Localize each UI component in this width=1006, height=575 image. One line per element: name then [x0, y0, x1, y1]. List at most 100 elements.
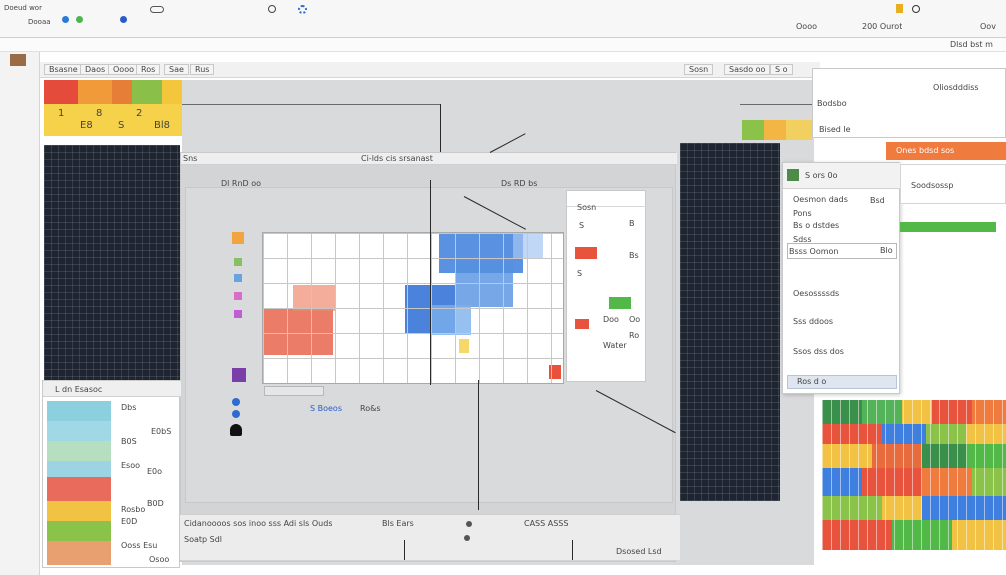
user-icon[interactable] — [230, 424, 242, 436]
context-menu-item-8[interactable]: Ros d o — [797, 377, 826, 386]
connector-v4 — [404, 540, 405, 560]
record-icon[interactable] — [62, 16, 69, 23]
dropdown-swatch-red2 — [575, 319, 589, 329]
blue-icon[interactable] — [120, 16, 127, 23]
menu-item-doc[interactable]: Doeud wor — [4, 4, 42, 12]
footer-mid: Bls Ears — [382, 519, 414, 528]
sub-bar-right-label: Dlsd bst m — [950, 40, 993, 49]
context-menu-item-6[interactable]: Sss ddoos — [793, 317, 833, 326]
right-info-panel: Soodsossp — [900, 164, 1006, 204]
left-bottom-label-3: Esoo — [121, 461, 141, 470]
legend-value: Ro&s — [360, 404, 381, 413]
connector-v3 — [478, 380, 479, 510]
context-menu-item-5[interactable]: Oesossssds — [793, 289, 839, 298]
dropdown-swatch-green — [609, 297, 631, 309]
grid-lines — [263, 233, 563, 383]
tab-1[interactable]: Daos — [80, 64, 111, 75]
window-icon[interactable] — [896, 4, 903, 13]
main-window-footer: Cidanoooos sos inoo sss Adi sls Ouds Bls… — [180, 514, 680, 560]
context-menu-item-0[interactable]: Oesmon dads — [793, 195, 848, 204]
green-icon[interactable] — [76, 16, 83, 23]
footer-mid-2: CASS ASSS — [524, 519, 569, 528]
heatmap-grid[interactable] — [262, 232, 564, 384]
tab-2[interactable]: Oooo — [108, 64, 139, 75]
context-menu-item-7[interactable]: Ssos dss dos — [793, 347, 844, 356]
dot-icon-2[interactable] — [232, 410, 240, 418]
layer-icon-5[interactable] — [234, 310, 242, 318]
settings-icon[interactable] — [298, 5, 307, 14]
dropdown-item-0[interactable]: Sosn — [577, 203, 596, 212]
right-heatmap — [822, 400, 1006, 550]
tab-3[interactable]: Ros — [136, 64, 161, 75]
sheet-cell-4: E8 — [80, 120, 93, 131]
dropdown-item-4[interactable]: Bs — [629, 251, 639, 260]
dropdown-item-3[interactable]: S — [577, 269, 582, 278]
right-panel-title: Oliosdddiss — [933, 83, 979, 92]
left-bottom-footer-a: Ooss Esu — [121, 541, 158, 550]
dropdown-item-5[interactable]: Doo — [603, 315, 619, 324]
tab-right-1[interactable]: Sasdo oo — [724, 64, 771, 75]
footer-dot-2[interactable] — [464, 535, 470, 541]
left-bottom-label-5: Rosbo — [121, 505, 146, 514]
color-sheet-top[interactable]: 1 8 2 E8 S Bl8 — [44, 80, 182, 136]
legend-label: S Boeos — [310, 404, 342, 413]
left-bottom-label-4: E0o — [147, 467, 163, 476]
right-panel-item-1[interactable]: Bised le — [819, 125, 851, 134]
right-banner: Ones bdsd sos — [886, 142, 1006, 160]
right-panel-item-0[interactable]: Bodsbo — [817, 99, 847, 108]
dropdown-list[interactable]: Sosn S B S Bs Doo Oo Ro Water — [566, 190, 647, 382]
menu-item-file[interactable]: Dooaa — [28, 18, 51, 26]
footer-dot-1[interactable] — [466, 521, 472, 527]
left-bottom-footer-b: Osoo — [149, 555, 170, 564]
right-banner-text: Ones bdsd sos — [896, 146, 955, 155]
connector-h2 — [740, 104, 812, 105]
layer-icon-6[interactable] — [232, 368, 246, 382]
context-menu-item-1[interactable]: Pons — [793, 209, 812, 218]
layer-icon-1[interactable] — [232, 232, 244, 244]
formula-bar: Dlsd bst m — [0, 38, 1006, 52]
fill-swatch[interactable] — [10, 54, 26, 66]
left-bottom-label-2: B0S — [121, 437, 137, 446]
tab-0[interactable]: Bsasne — [44, 64, 83, 75]
tab-right-2[interactable]: S o — [770, 64, 793, 75]
grid-legend — [264, 386, 324, 396]
context-menu-header: S ors 0o — [783, 163, 901, 189]
dark-grid-left — [44, 145, 180, 380]
menu-bar: Dooaa Doeud wor Oooo 200 Ourot Oov — [0, 0, 1006, 38]
toolbar: Bsasne Daos Oooo Ros Sae Rus Sosn Sasdo … — [40, 62, 820, 78]
search-icon[interactable] — [268, 5, 276, 13]
connector-v5 — [572, 540, 573, 560]
link-icon[interactable] — [150, 6, 164, 13]
top-right-label-c: Oov — [980, 22, 996, 31]
layer-icon-4[interactable] — [234, 292, 242, 300]
left-bottom-label-0: Dbs — [121, 403, 137, 412]
connector-h1 — [182, 104, 440, 105]
sheet-cell-1: 1 — [58, 108, 65, 119]
footer-status: Dsosed Lsd — [616, 547, 662, 556]
context-menu-header-text: S ors 0o — [805, 171, 838, 180]
main-window-caption: Ci-lds cis srsanast — [361, 154, 433, 163]
layer-icon-3[interactable] — [234, 274, 242, 282]
dropdown-item-2[interactable]: B — [629, 219, 635, 228]
circle-icon[interactable] — [912, 5, 920, 13]
right-swatches — [742, 120, 812, 140]
tab-4[interactable]: Sae — [164, 64, 189, 75]
dropdown-item-7[interactable]: Ro — [629, 331, 639, 340]
left-bottom-panel: L dn Esasoc Dbs E0bS B0S Esoo E0o Rosbo … — [42, 380, 181, 568]
context-menu-item-2[interactable]: Bs o dstdes — [793, 221, 839, 230]
dot-icon-1[interactable] — [232, 398, 240, 406]
tab-5[interactable]: Rus — [190, 64, 215, 75]
dark-grid-right — [680, 143, 780, 501]
dropdown-item-6[interactable]: Oo — [629, 315, 640, 324]
sheet-cell-6: Bl8 — [154, 120, 171, 131]
connector-v1 — [440, 104, 441, 152]
tab-right-0[interactable]: Sosn — [684, 64, 714, 75]
layer-icons — [232, 232, 246, 392]
connector-v2 — [430, 180, 431, 385]
left-bottom-title: L dn Esasoc — [55, 385, 103, 394]
dropdown-footer: Water — [603, 341, 627, 350]
layer-icon-2[interactable] — [234, 258, 242, 266]
left-bottom-label-1: E0bS — [151, 427, 172, 436]
right-panel: Oliosdddiss Bodsbo Bised le — [812, 68, 1006, 138]
dropdown-item-1[interactable]: S — [579, 221, 584, 230]
